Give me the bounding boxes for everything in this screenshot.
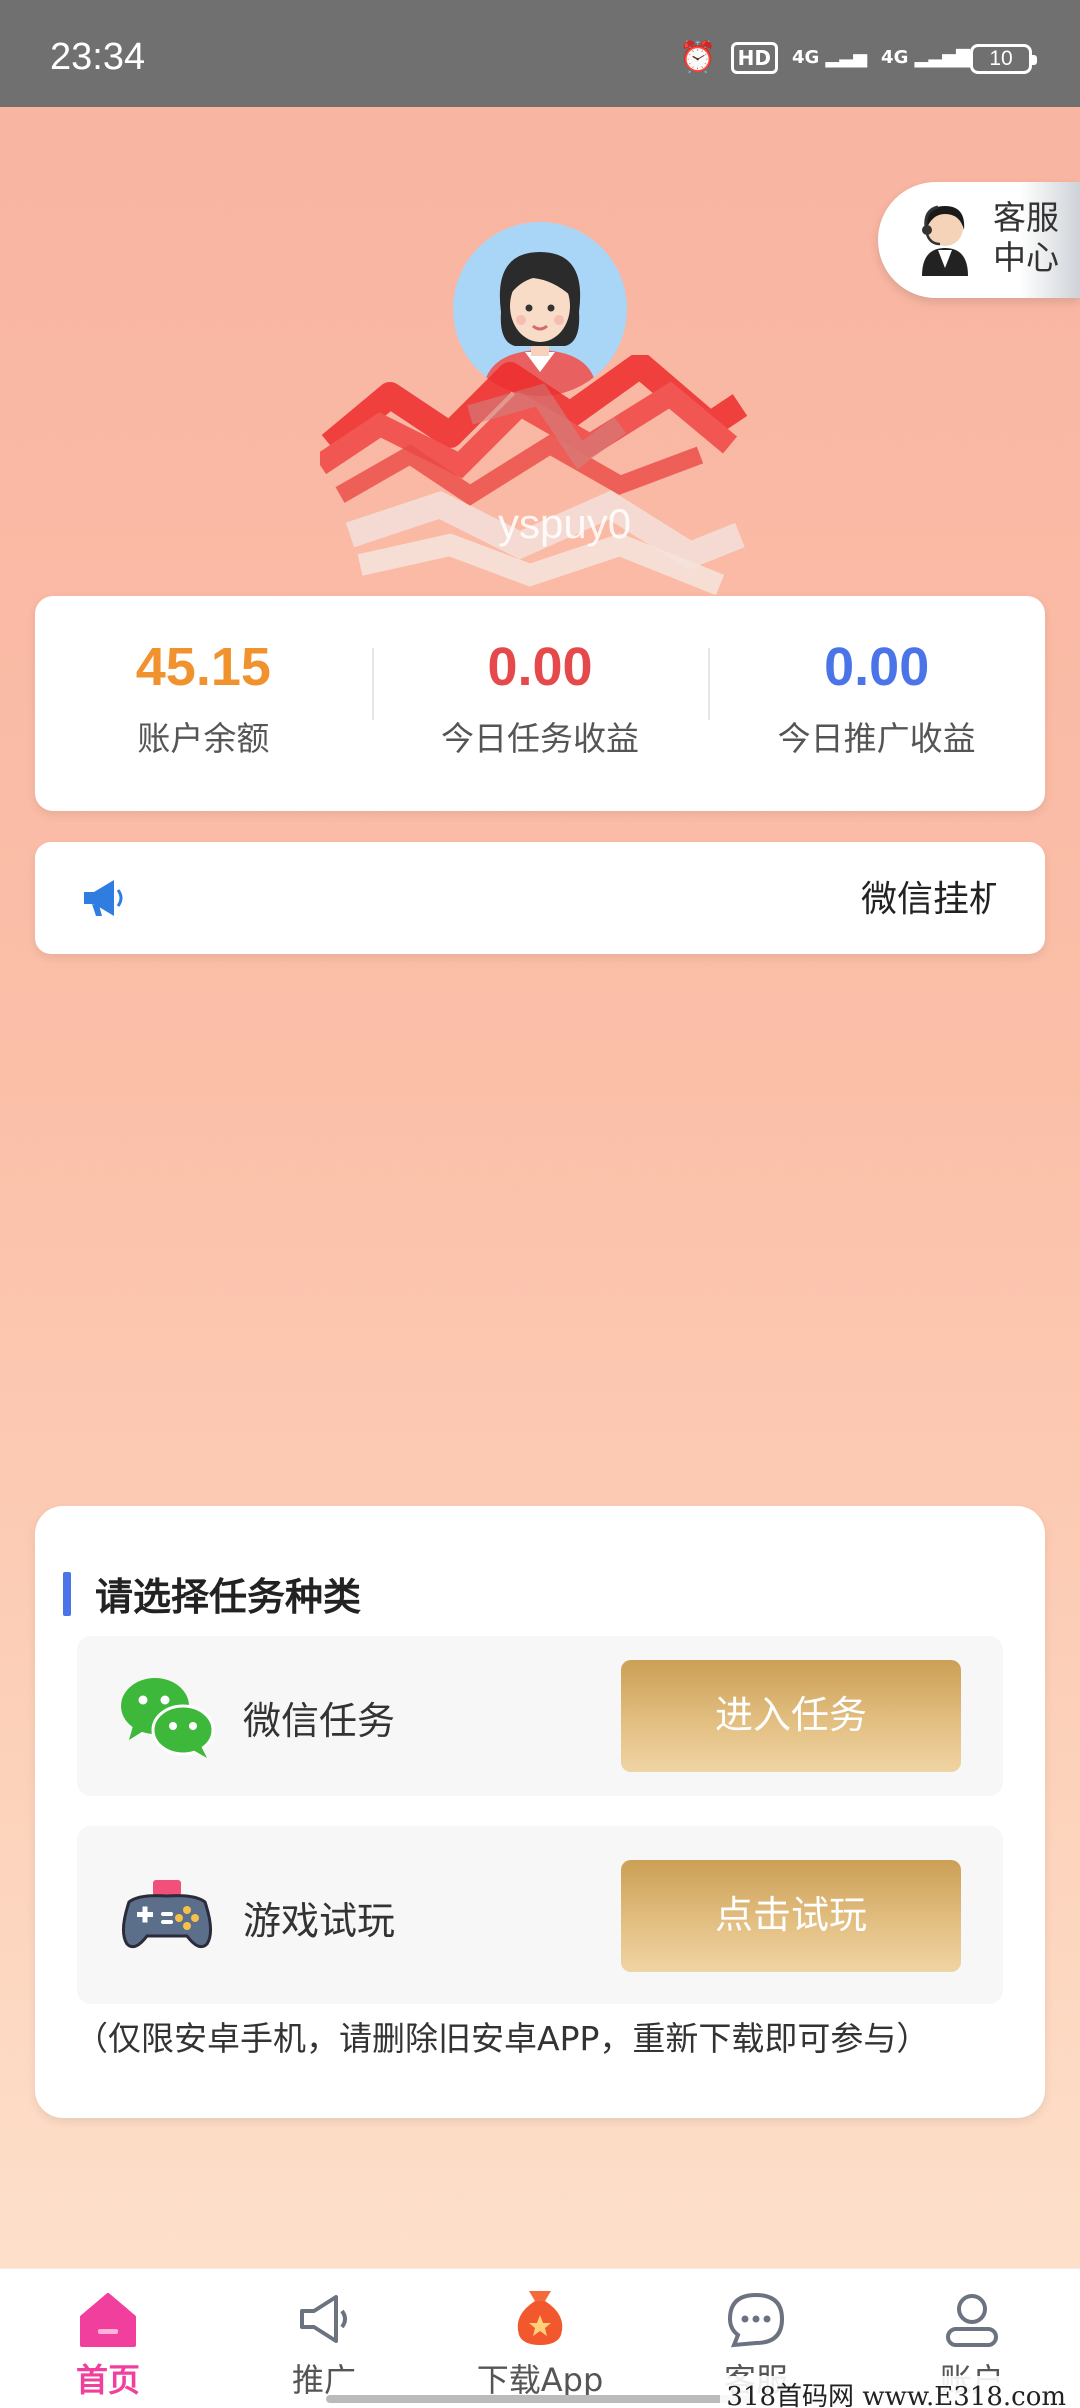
chat-icon bbox=[727, 2292, 785, 2348]
customer-service-button[interactable]: 客服 中心 bbox=[878, 182, 1080, 298]
stat-task-income[interactable]: 0.00 今日任务收益 bbox=[371, 596, 709, 811]
signal-icon-2: 4G ▂▃▅▇ bbox=[881, 46, 970, 68]
task-note: （仅限安卓手机，请删除旧安卓APP，重新下载即可参与） bbox=[75, 2019, 930, 2058]
title-accent-bar bbox=[63, 1572, 71, 1616]
notice-text: 微信挂机 bbox=[861, 879, 996, 920]
megaphone-icon bbox=[300, 2295, 347, 2343]
agent-avatar-icon bbox=[922, 205, 968, 276]
signal-icon-1: 4G ▂▃▅ bbox=[791, 46, 868, 68]
user-icon bbox=[946, 2294, 998, 2347]
hd-icon: HD bbox=[730, 41, 778, 74]
username: yspuy0 bbox=[498, 500, 632, 547]
stat-value: 0.00 bbox=[824, 637, 930, 697]
stats-card: 45.15 账户余额 0.00 今日任务收益 0.00 今日推广收益 bbox=[35, 596, 1045, 811]
task-card: 请选择任务种类 微信任务 进入任务 游戏试玩 点击试玩 （仅限安卓手机，请删除旧… bbox=[35, 1506, 1045, 2118]
stat-balance[interactable]: 45.15 账户余额 bbox=[35, 596, 372, 811]
alarm-icon: ⏰ bbox=[679, 40, 717, 75]
stat-value: 0.00 bbox=[487, 637, 593, 697]
nav-item-promote[interactable]: 推广 bbox=[216, 2269, 432, 2408]
task-label: 游戏试玩 bbox=[243, 1899, 396, 1943]
money-bag-icon bbox=[517, 2291, 563, 2345]
gamepad-icon bbox=[122, 1880, 212, 1949]
home-indicator bbox=[326, 2395, 754, 2403]
wechat-icon bbox=[121, 1678, 215, 1758]
enter-task-button[interactable]: 进入任务 bbox=[621, 1660, 961, 1772]
stat-label: 今日推广收益 bbox=[777, 719, 976, 758]
nav-item-download[interactable]: 下载App bbox=[432, 2269, 648, 2408]
task-row-game: 游戏试玩 点击试玩 bbox=[77, 1826, 1003, 2004]
try-game-button[interactable]: 点击试玩 bbox=[621, 1860, 961, 1972]
clock: 23:34 bbox=[50, 36, 146, 78]
notice-bar[interactable]: 微信挂机 bbox=[35, 842, 1045, 954]
cs-label-line2: 中心 bbox=[993, 238, 1059, 277]
megaphone-icon bbox=[84, 880, 123, 916]
task-row-wechat: 微信任务 进入任务 bbox=[77, 1636, 1003, 1796]
nav-item-home[interactable]: 首页 bbox=[0, 2269, 216, 2408]
nav-label: 首页 bbox=[75, 2361, 140, 2399]
home-icon bbox=[80, 2293, 136, 2347]
stat-value: 45.15 bbox=[135, 637, 271, 697]
task-section-title: 请选择任务种类 bbox=[95, 1575, 362, 1619]
stat-promo-income[interactable]: 0.00 今日推广收益 bbox=[708, 596, 1045, 811]
task-label: 微信任务 bbox=[243, 1699, 396, 1743]
watermark: 318首码网 www.E318.com bbox=[720, 2376, 1072, 2408]
status-bar: 23:34 ⏰ HD 4G ▂▃▅ 4G ▂▃▅▇ 10 bbox=[0, 0, 1080, 107]
cs-label-line1: 客服 bbox=[993, 198, 1059, 237]
stat-label: 账户余额 bbox=[137, 719, 270, 758]
status-icons: ⏰ HD 4G ▂▃▅ 4G ▂▃▅▇ bbox=[679, 40, 970, 75]
redaction-scribble bbox=[320, 355, 748, 595]
battery-icon: 10 bbox=[970, 44, 1037, 74]
stat-label: 今日任务收益 bbox=[441, 719, 639, 758]
